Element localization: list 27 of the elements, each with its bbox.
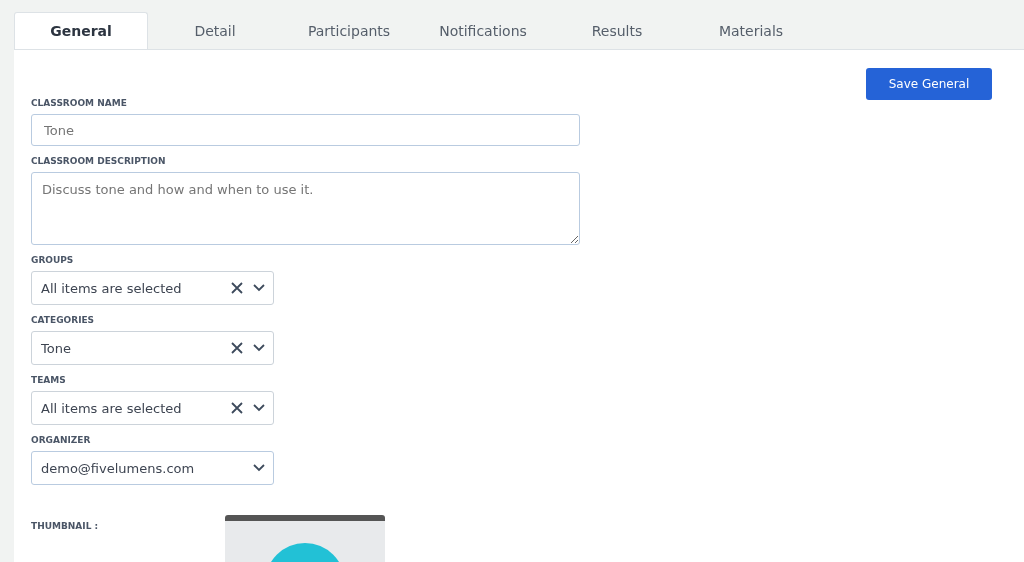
chevron-down-icon[interactable] (253, 404, 265, 412)
tab[interactable]: Results (550, 12, 684, 49)
classroom-description-input[interactable]: Discuss tone and how and when to use it. (31, 172, 580, 245)
clear-icon[interactable] (231, 342, 243, 354)
classroom-name-input[interactable]: Tone (31, 114, 580, 146)
field-label: ORGANIZER (31, 435, 92, 445)
clear-icon[interactable] (231, 402, 243, 414)
chevron-down-icon[interactable] (253, 464, 265, 472)
chevron-down-icon[interactable] (253, 344, 265, 352)
save-button[interactable]: Save General (866, 68, 992, 100)
tab[interactable]: Participants (282, 12, 416, 49)
clear-icon[interactable] (231, 282, 243, 294)
field-label: CLASSROOM DESCRIPTION (31, 156, 167, 166)
chevron-down-icon[interactable] (253, 284, 265, 292)
tab[interactable]: Materials (684, 12, 818, 49)
thumbnail-label: THUMBNAIL : (31, 520, 100, 533)
tab[interactable]: Notifications (416, 12, 550, 49)
tab[interactable]: Detail (148, 12, 282, 49)
multiselect-dropdown[interactable]: All items are selected (31, 391, 274, 425)
tab[interactable]: General (14, 12, 148, 49)
field-label: TEAMS (31, 375, 67, 385)
multiselect-dropdown[interactable]: All items are selected (31, 271, 274, 305)
field-label: GROUPS (31, 255, 75, 265)
field-label: CATEGORIES (31, 315, 96, 325)
multiselect-dropdown[interactable]: Tone (31, 331, 274, 365)
field-label: CLASSROOM NAME (31, 98, 128, 108)
select-dropdown[interactable]: demo@fivelumens.com (31, 451, 274, 485)
